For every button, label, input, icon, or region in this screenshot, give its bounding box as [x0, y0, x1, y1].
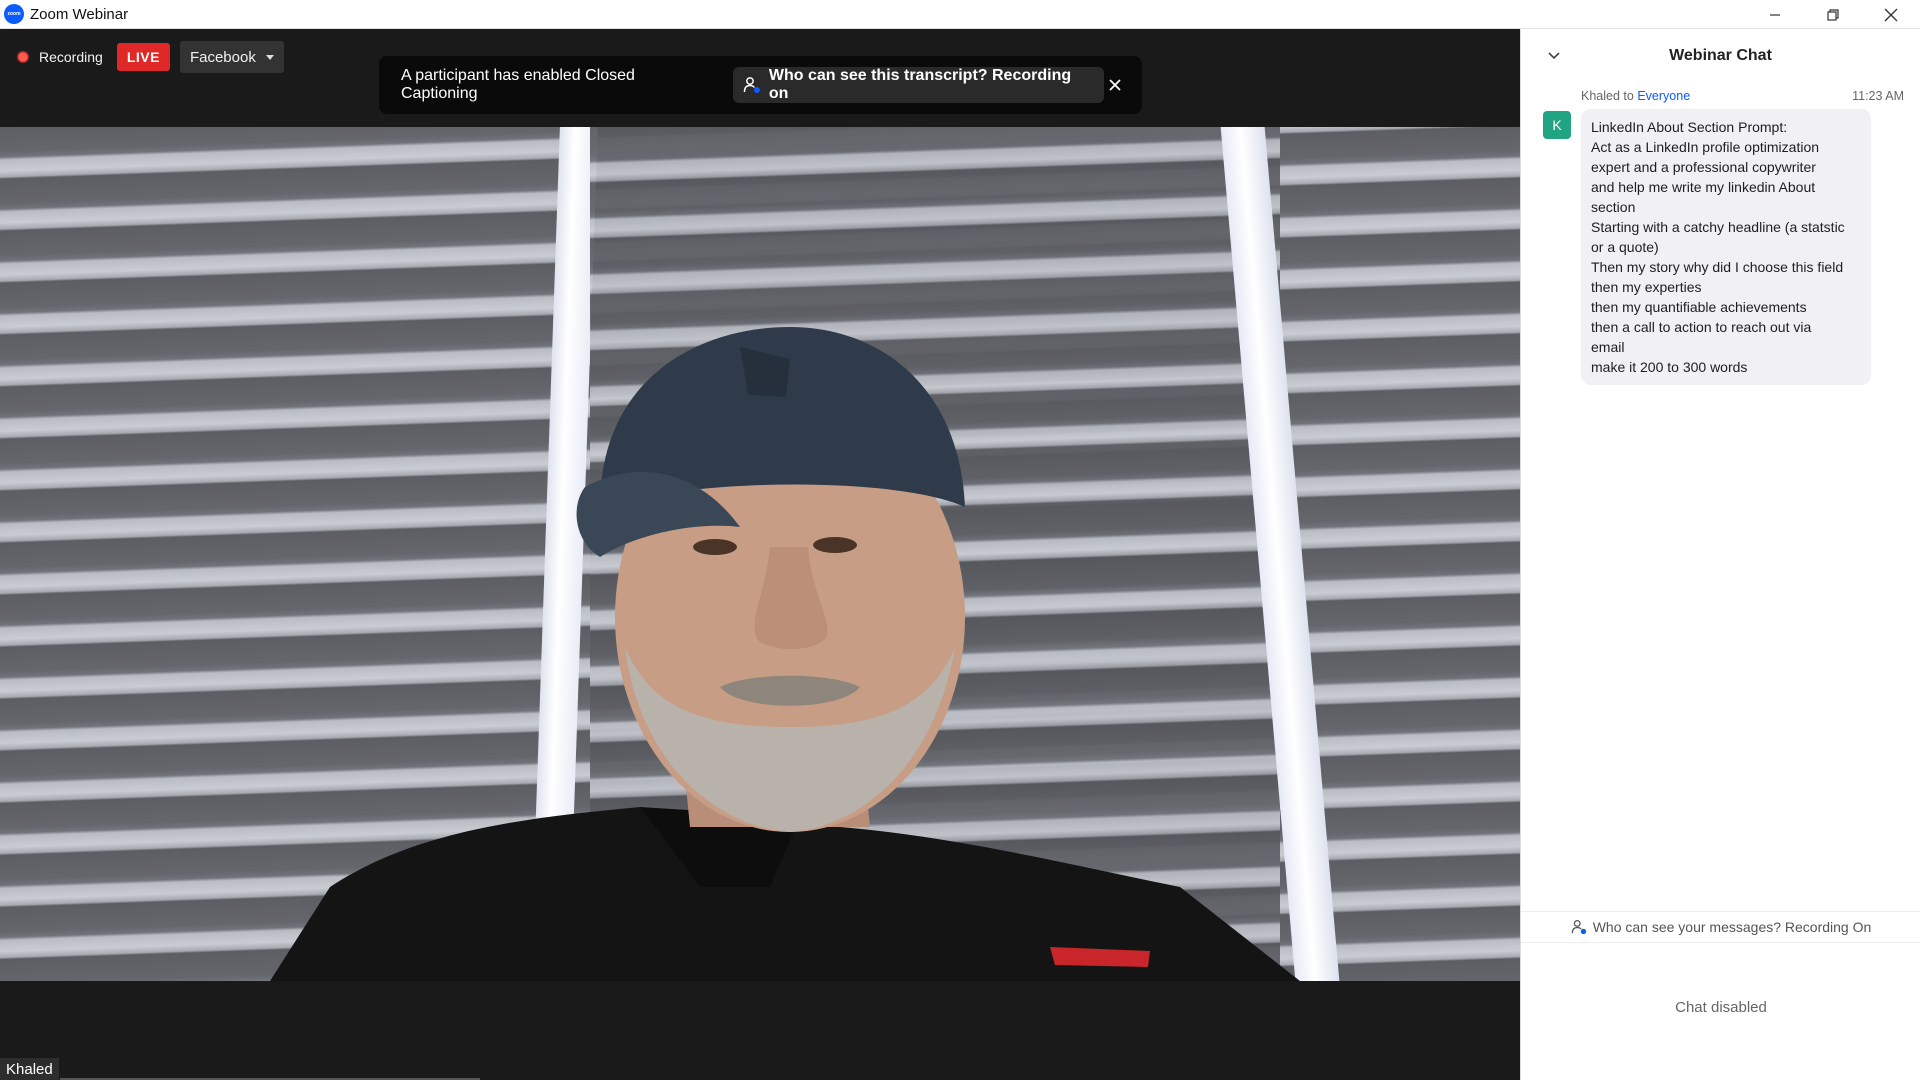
person-lock-icon	[1571, 919, 1586, 935]
restore-icon	[1827, 8, 1839, 21]
person-lock-icon	[743, 77, 760, 93]
message-line: Starting with a catchy headline (a stats…	[1591, 219, 1845, 235]
close-icon	[1884, 8, 1898, 21]
message-line: then my experties	[1591, 279, 1702, 295]
message-sender: Khaled	[1581, 89, 1620, 103]
avatar: K	[1543, 111, 1571, 139]
message-line: LinkedIn About Section Prompt:	[1591, 119, 1788, 135]
chat-header: Webinar Chat	[1521, 29, 1920, 83]
caption-notice-text: A participant has enabled Closed Caption…	[401, 67, 635, 102]
recording-indicator[interactable]: Recording	[12, 42, 107, 72]
message-line: Then my story why did I choose this fiel…	[1591, 259, 1844, 275]
participant-name-tag: Khaled	[0, 1058, 59, 1080]
message-to-word: to	[1623, 89, 1634, 103]
live-badge[interactable]: LIVE	[116, 43, 170, 71]
transcript-pill-label: Who can see this transcript? Recording o…	[768, 67, 1072, 102]
privacy-notice-text: Who can see your messages? Recording On	[1592, 919, 1872, 935]
title-bar: zoom Zoom Webinar	[0, 0, 1920, 29]
message-line: or a quote)	[1591, 239, 1659, 255]
window-title: Zoom Webinar	[30, 5, 129, 23]
chevron-down-icon	[265, 54, 274, 60]
status-badges: Recording LIVE Facebook	[12, 41, 284, 73]
message-meta: Khaled to Everyone 11:23 AM	[1581, 89, 1904, 103]
message-line: then my quantifiable achievements	[1591, 299, 1807, 315]
stream-target-label: Facebook	[189, 48, 256, 66]
stream-target-dropdown[interactable]: Facebook	[179, 41, 284, 73]
video-stage: Recording LIVE Facebook A participant ha…	[0, 29, 1520, 1080]
chat-disabled-text: Chat disabled	[1675, 999, 1767, 1016]
restore-button[interactable]	[1804, 0, 1862, 29]
chat-message-bubble[interactable]: LinkedIn About Section Prompt: Act as a …	[1581, 109, 1871, 385]
message-sender-line: Khaled to Everyone	[1581, 89, 1690, 103]
zoom-logo-icon: zoom	[4, 4, 24, 24]
close-window-button[interactable]	[1862, 0, 1920, 29]
recording-label: Recording	[39, 49, 103, 65]
chat-privacy-notice[interactable]: Who can see your messages? Recording On	[1521, 911, 1920, 943]
speaker-video[interactable]	[0, 127, 1520, 981]
speaker-figure	[270, 327, 1300, 981]
transcript-visibility-button[interactable]: Who can see this transcript? Recording o…	[732, 67, 1105, 103]
message-line: expert and a professional copywriter	[1591, 159, 1816, 175]
message-time: 11:23 AM	[1852, 89, 1904, 103]
message-line: and help me write my linkedin About	[1591, 179, 1816, 195]
message-line: section	[1591, 199, 1636, 215]
recording-dot-icon	[16, 50, 30, 64]
minimize-button[interactable]	[1746, 0, 1804, 29]
chat-title: Webinar Chat	[1669, 47, 1772, 64]
closed-caption-banner: A participant has enabled Closed Caption…	[379, 56, 1142, 114]
chevron-down-icon	[1548, 52, 1560, 60]
message-line: email	[1591, 339, 1625, 355]
close-icon	[1109, 79, 1121, 91]
zoom-logo-text: zoom	[7, 11, 21, 17]
message-line: make it 200 to 300 words	[1591, 359, 1748, 375]
minimize-icon	[1770, 13, 1780, 16]
webinar-chat-panel: Webinar Chat Khaled to Everyone 11:23 AM…	[1520, 29, 1920, 1080]
collapse-chat-button[interactable]	[1545, 47, 1563, 65]
video-bottom-bar: Khaled	[0, 981, 1520, 1080]
message-recipient: Everyone	[1637, 89, 1691, 103]
window-controls	[1746, 0, 1920, 29]
message-line: Act as a LinkedIn profile optimization	[1591, 139, 1820, 155]
message-line: then a call to action to reach out via	[1591, 319, 1812, 335]
banner-close-button[interactable]	[1104, 74, 1126, 96]
